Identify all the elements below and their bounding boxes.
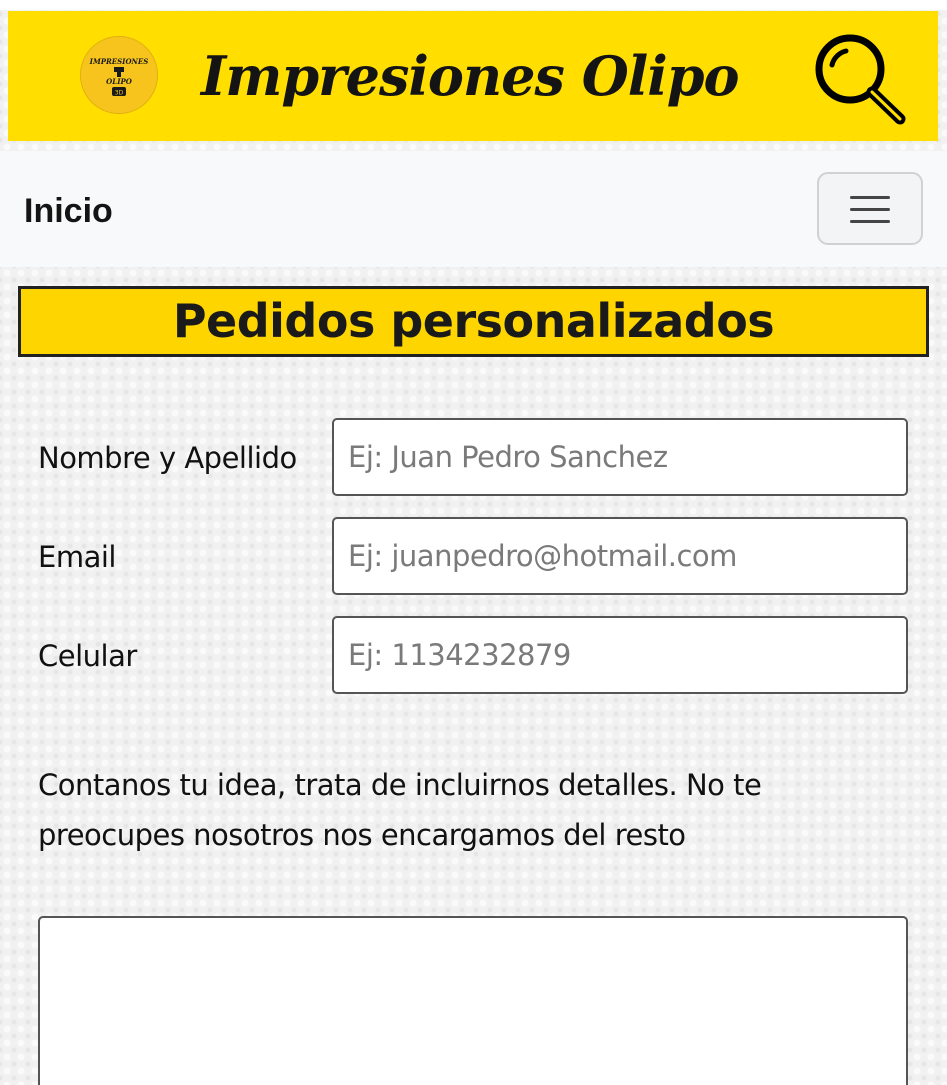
brand-logo[interactable]: IMPRESIONES OLIPO 3D	[80, 36, 158, 114]
section-title-box: Pedidos personalizados	[18, 286, 929, 357]
name-input[interactable]	[332, 418, 908, 496]
idea-label: Contanos tu idea, trata de incluirnos de…	[38, 768, 762, 852]
menu-toggle-button[interactable]	[817, 172, 923, 245]
svg-text:IMPRESIONES: IMPRESIONES	[89, 57, 149, 66]
hamburger-menu-icon	[850, 196, 890, 224]
phone-label: Celular	[38, 639, 137, 673]
page-title: Pedidos personalizados	[172, 294, 775, 348]
search-icon	[815, 34, 906, 125]
top-strip	[0, 0, 947, 10]
phone-input[interactable]	[332, 616, 908, 694]
svg-text:OLIPO: OLIPO	[106, 77, 133, 86]
header-banner: IMPRESIONES OLIPO 3D Impresiones Olipo	[8, 11, 938, 141]
search-button[interactable]	[808, 29, 908, 125]
navbar: Inicio	[0, 151, 947, 267]
idea-textarea[interactable]	[38, 916, 908, 1085]
page: IMPRESIONES OLIPO 3D Impresiones Olipo I…	[0, 0, 947, 1085]
logo-icon: IMPRESIONES OLIPO 3D	[81, 37, 157, 113]
email-input[interactable]	[332, 517, 908, 595]
svg-text:3D: 3D	[115, 90, 124, 97]
brand-title[interactable]: Impresiones Olipo	[201, 41, 740, 111]
name-label: Nombre y Apellido	[38, 441, 297, 475]
email-label: Email	[38, 540, 116, 574]
nav-home-link[interactable]: Inicio	[24, 191, 113, 231]
